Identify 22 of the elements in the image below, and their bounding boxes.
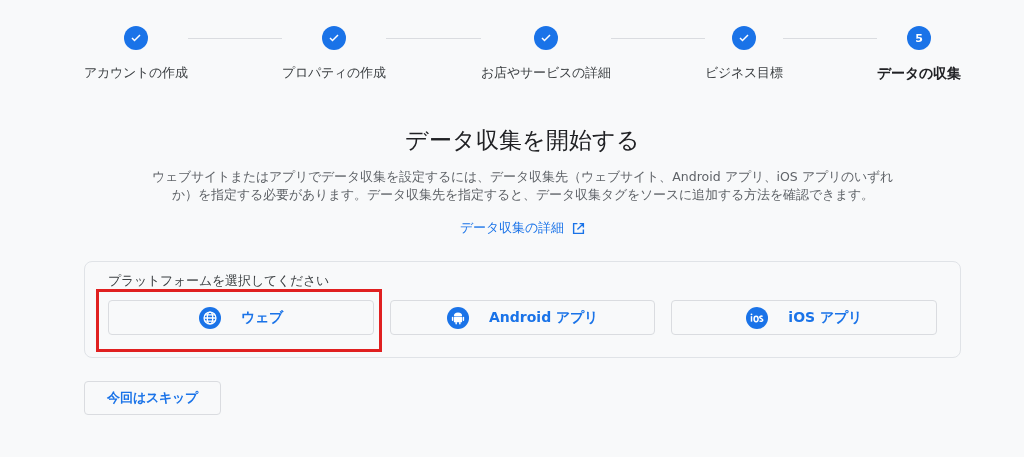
- step-label[interactable]: お店やサービスの詳細: [480, 65, 611, 82]
- step-label[interactable]: アカウントの作成: [84, 65, 188, 82]
- platform-button[interactable]: Android アプリ: [389, 300, 656, 335]
- page-heading: データ収集を開始する: [404, 126, 641, 155]
- step-label[interactable]: ビジネス目標: [704, 65, 783, 82]
- step-number: 5: [915, 31, 923, 45]
- check-icon: [539, 32, 552, 44]
- globe-icon: [198, 306, 221, 329]
- skip-button[interactable]: 今回はスキップ: [84, 381, 221, 415]
- platform-button[interactable]: iOS アプリ: [671, 300, 937, 335]
- check-icon: [737, 32, 750, 44]
- ios-icon: [746, 306, 769, 329]
- step-label[interactable]: データの収集: [877, 65, 961, 83]
- description: ウェブサイトまたはアプリでデータ収集を設定するには、データ収集先（ウェブサイト、Android アプリ、iOS アプリのいずれか）を指定する必要があります。データ収集先を指定すると、データ収集タグをソースに追加する方法を確認できます。: [151, 168, 894, 204]
- android-icon: [447, 306, 469, 329]
- card-label: プラットフォームを選択してください: [108, 272, 330, 290]
- step-label[interactable]: プロパティの作成: [282, 65, 387, 82]
- external-link-icon: [572, 222, 585, 235]
- learn-more-link[interactable]: データ収集の詳細: [460, 220, 585, 237]
- check-icon: [130, 32, 142, 44]
- check-icon: [328, 32, 341, 44]
- platform-button[interactable]: ウェブ: [108, 300, 374, 335]
